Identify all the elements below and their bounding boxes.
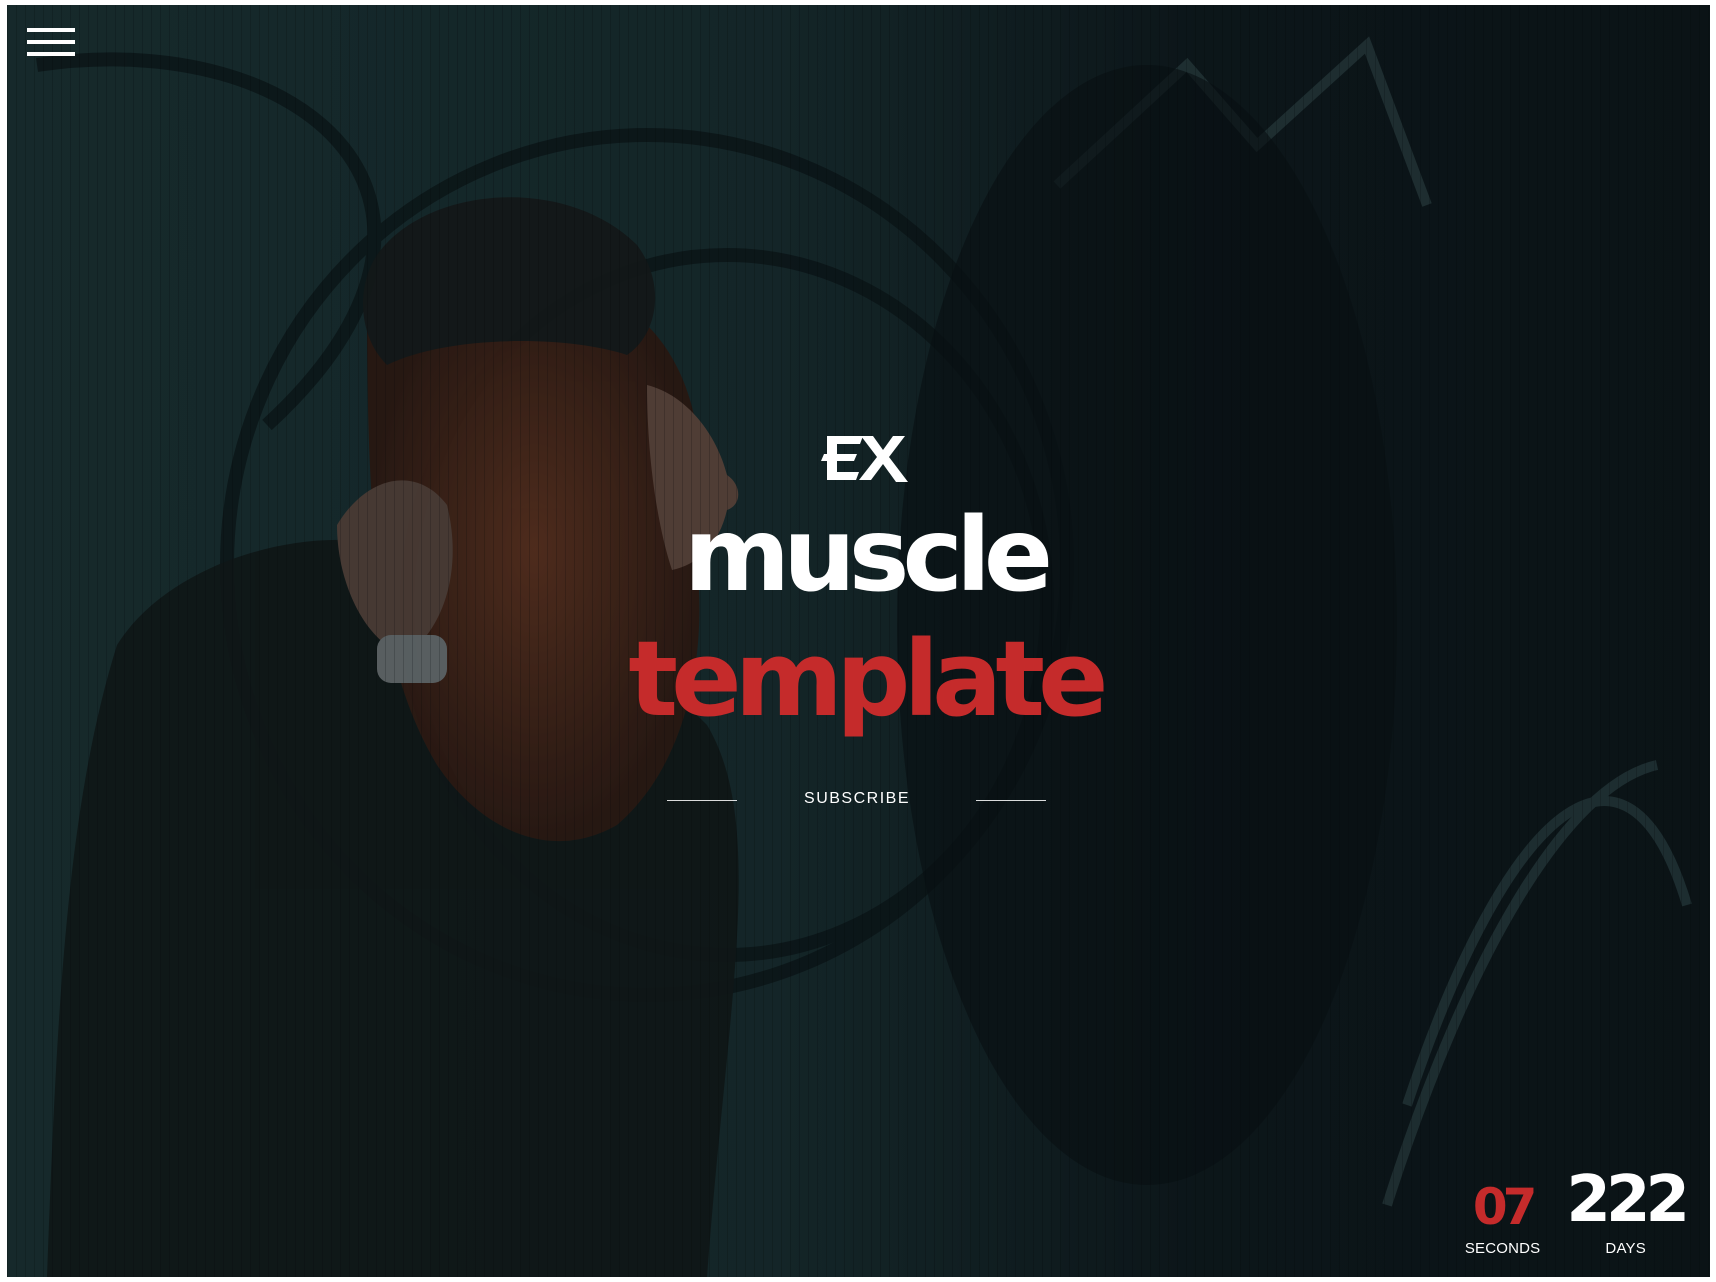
brand-logo-icon[interactable] [819,430,909,486]
days-value: 222 [1566,1163,1690,1237]
days-label: DAYS [1605,1240,1646,1257]
hero-title-line-2: template [628,618,1108,740]
subscribe-link[interactable]: SUBSCRIBE [767,790,947,808]
divider-left [667,800,737,801]
countdown-timer: 07 SECONDS 222 DAYS [1465,1163,1690,1257]
hero-content: muscle template SUBSCRIBE [7,5,1710,1277]
hero-frame: muscle template SUBSCRIBE 07 SECONDS 222… [7,5,1710,1277]
countdown-days: 222 DAYS [1566,1163,1690,1257]
seconds-value: 07 [1472,1178,1538,1236]
divider-right [976,800,1046,801]
countdown-seconds: 07 SECONDS [1465,1182,1541,1257]
subscribe-row: SUBSCRIBE [7,785,1710,815]
hero-title-line-1: muscle [683,496,1053,615]
seconds-label: SECONDS [1464,1240,1541,1257]
